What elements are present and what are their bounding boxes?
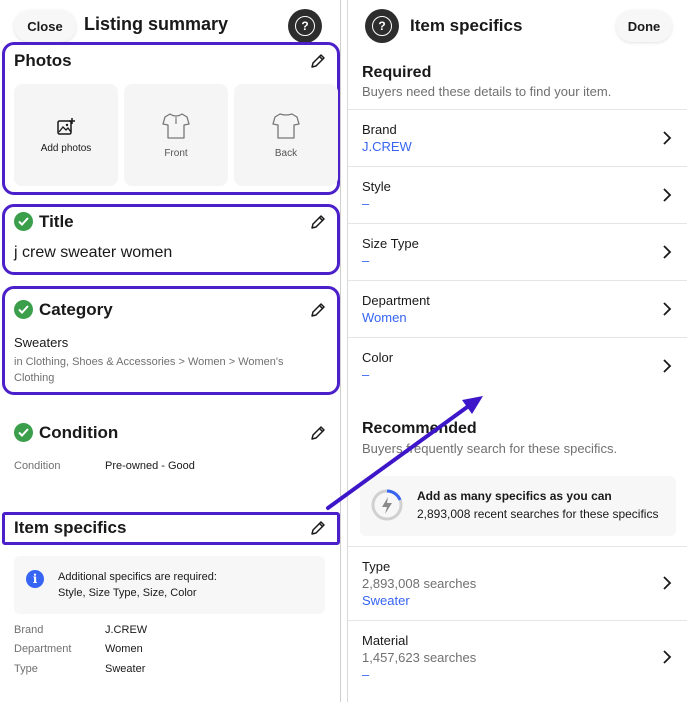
add-photos-label: Add photos	[40, 142, 92, 154]
chevron-right-icon	[663, 188, 672, 202]
specific-row-style[interactable]: Style –	[348, 166, 687, 223]
close-button[interactable]: Close	[14, 10, 76, 42]
chevron-right-icon	[663, 302, 672, 316]
row-label: Type	[362, 559, 391, 574]
title-check-icon	[14, 212, 33, 231]
question-icon: ?	[372, 16, 392, 36]
promo-text: 2,893,008 recent searches for these spec…	[417, 507, 659, 521]
row-label: Size Type	[362, 236, 419, 251]
row-value: –	[362, 253, 370, 268]
condition-label: Condition	[14, 460, 61, 472]
edit-photos-pencil-icon[interactable]	[309, 52, 327, 70]
panel-divider	[340, 0, 347, 702]
row-label: Department	[362, 293, 430, 308]
spec-label: Brand	[14, 624, 44, 636]
photos-heading: Photos	[14, 51, 72, 70]
specific-row-department[interactable]: Department Women	[348, 280, 687, 337]
recommended-subtitle: Buyers frequently search for these speci…	[362, 441, 618, 456]
back-label: Back	[274, 147, 298, 159]
edit-condition-pencil-icon[interactable]	[309, 424, 327, 442]
edit-category-pencil-icon[interactable]	[309, 301, 327, 319]
spec-value: Sweater	[105, 663, 146, 675]
row-label: Material	[362, 633, 409, 648]
notice-line1: Additional specifics are required:	[58, 571, 217, 583]
spec-value: Women	[105, 643, 143, 655]
search-promo-box: Add as many specifics as you can 2,893,0…	[360, 476, 676, 536]
front-label: Front	[164, 147, 188, 159]
row-value: –	[362, 667, 370, 682]
help-button[interactable]: ?	[365, 9, 399, 43]
category-path-line2: Clothing	[14, 372, 55, 384]
specific-row-brand[interactable]: Brand J.CREW	[348, 109, 687, 166]
row-value: –	[362, 196, 370, 211]
chevron-right-icon	[663, 131, 672, 145]
category-check-icon	[14, 300, 33, 319]
condition-value: Pre-owned - Good	[105, 460, 195, 472]
spec-label: Type	[14, 663, 38, 675]
row-search-count: 2,893,008 searches	[362, 576, 477, 591]
done-button[interactable]: Done	[616, 10, 672, 42]
item-specifics-heading: Item specifics	[14, 518, 127, 537]
page-title: Item specifics	[410, 16, 523, 35]
help-button[interactable]: ?	[288, 9, 322, 43]
specific-row-size-type[interactable]: Size Type –	[348, 223, 687, 280]
edit-item-specifics-pencil-icon[interactable]	[309, 519, 327, 537]
add-photos-tile[interactable]: Add photos	[14, 84, 118, 186]
category-name: Sweaters	[14, 335, 69, 350]
condition-heading: Condition	[39, 423, 119, 442]
notice-line2: Style, Size Type, Size, Color	[58, 587, 197, 599]
chevron-right-icon	[663, 359, 672, 373]
promo-title: Add as many specifics as you can	[417, 489, 612, 503]
recommended-heading: Recommended	[362, 420, 477, 437]
row-label: Color	[362, 350, 394, 365]
row-search-count: 1,457,623 searches	[362, 650, 477, 665]
add-photo-icon	[57, 117, 75, 135]
page-title: Listing summary	[84, 14, 229, 34]
specific-row-type[interactable]: Type 2,893,008 searches Sweater	[348, 546, 687, 620]
info-icon: i	[26, 570, 44, 588]
row-value: –	[362, 367, 370, 382]
row-value: Sweater	[362, 593, 410, 608]
category-heading: Category	[39, 300, 113, 319]
title-heading: Title	[39, 212, 74, 231]
specific-row-color[interactable]: Color –	[348, 337, 687, 394]
front-photo-tile[interactable]: Front	[124, 84, 228, 186]
shirt-back-icon	[272, 112, 300, 139]
listing-summary-panel: Close Listing summary ? Photos Add photo…	[0, 0, 340, 702]
shirt-front-icon	[162, 112, 190, 139]
title-value: j crew sweater women	[14, 244, 173, 261]
row-value: J.CREW	[362, 139, 412, 154]
category-path-line1: in Clothing, Shoes & Accessories > Women…	[14, 356, 284, 368]
lightning-gauge-icon	[371, 489, 403, 521]
required-heading: Required	[362, 64, 432, 81]
row-label: Brand	[362, 122, 397, 137]
chevron-right-icon	[663, 245, 672, 259]
item-specifics-panel: ? Item specifics Done Required Buyers ne…	[347, 0, 687, 702]
back-photo-tile[interactable]: Back	[234, 84, 338, 186]
spec-value: J.CREW	[105, 624, 148, 636]
chevron-right-icon	[663, 576, 672, 590]
row-label: Style	[362, 179, 391, 194]
chevron-right-icon	[663, 650, 672, 664]
specific-row-material[interactable]: Material 1,457,623 searches –	[348, 620, 687, 694]
required-subtitle: Buyers need these details to find your i…	[362, 84, 612, 99]
spec-label: Department	[14, 643, 72, 655]
condition-check-icon	[14, 423, 33, 442]
required-specifics-notice: i Additional specifics are required: Sty…	[14, 556, 325, 614]
row-value: Women	[362, 310, 407, 325]
question-icon: ?	[295, 16, 315, 36]
edit-title-pencil-icon[interactable]	[309, 213, 327, 231]
